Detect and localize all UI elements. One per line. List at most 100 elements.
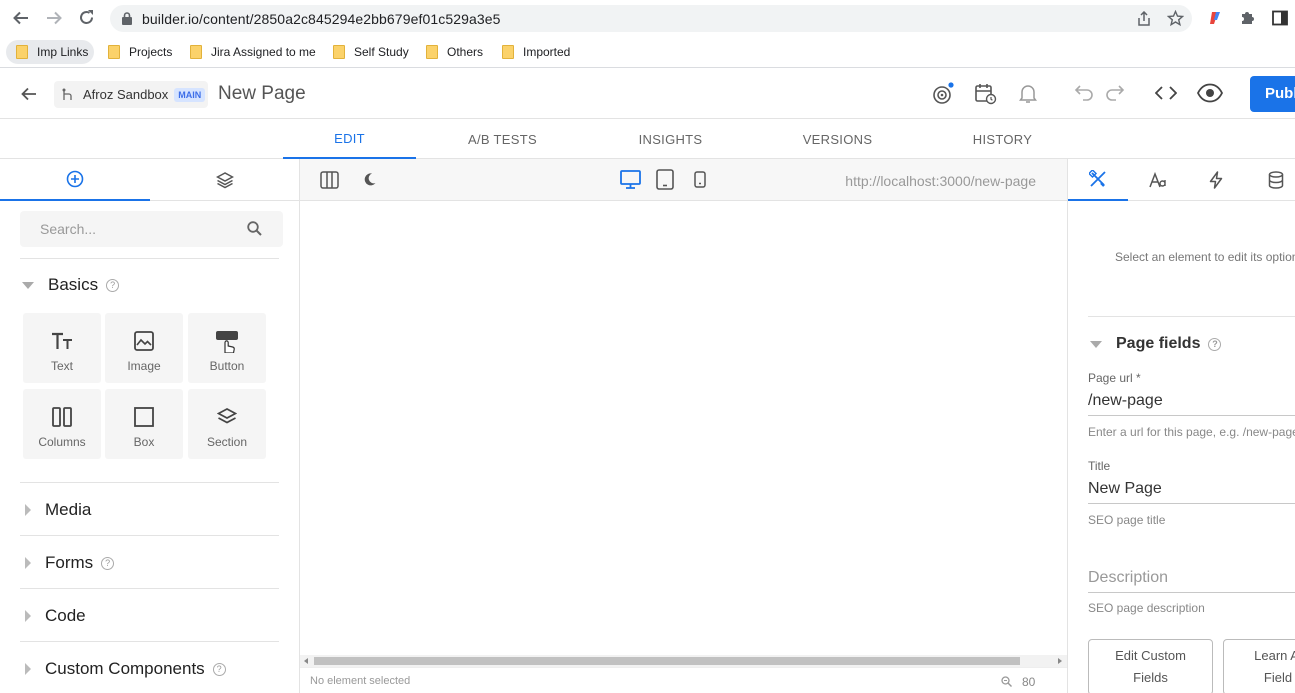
targeting-icon[interactable] bbox=[931, 82, 955, 106]
toggle-panels-icon[interactable] bbox=[320, 171, 339, 189]
bell-icon[interactable] bbox=[1018, 83, 1038, 104]
bookmark-label: Projects bbox=[129, 45, 173, 59]
divider bbox=[20, 588, 279, 589]
bookmark-imp-links[interactable]: Imp Links bbox=[6, 40, 95, 64]
options-panel-tabs bbox=[1068, 159, 1295, 201]
tab-style[interactable] bbox=[1068, 159, 1128, 201]
tab-interactions[interactable] bbox=[1186, 159, 1246, 201]
scroll-right-arrow-icon[interactable] bbox=[1057, 658, 1062, 664]
bookmark-others[interactable]: Others bbox=[426, 40, 483, 64]
bookmark-label: Imp Links bbox=[37, 45, 89, 59]
schedule-icon[interactable] bbox=[974, 82, 997, 105]
forward-arrow-icon[interactable] bbox=[45, 9, 63, 27]
insert-panel: Basics ? Text Image Button Columns Box bbox=[0, 159, 300, 693]
block-label: Section bbox=[206, 435, 248, 449]
horizontal-scrollbar[interactable] bbox=[300, 655, 1067, 667]
section-media[interactable]: Media bbox=[20, 495, 91, 525]
tab-insert[interactable] bbox=[0, 159, 150, 201]
bookmark-imported[interactable]: Imported bbox=[502, 40, 570, 64]
zoom-level[interactable]: 80 bbox=[1022, 675, 1035, 689]
bookmark-label: Others bbox=[447, 45, 484, 59]
section-title: Basics bbox=[48, 275, 99, 294]
back-arrow-icon[interactable] bbox=[20, 85, 38, 103]
puzzle-icon[interactable] bbox=[1239, 9, 1256, 26]
columns-icon bbox=[52, 405, 72, 429]
mobile-view-icon[interactable] bbox=[694, 171, 706, 188]
search-input[interactable] bbox=[20, 211, 240, 247]
block-columns[interactable]: Columns bbox=[23, 389, 101, 459]
divider bbox=[20, 482, 279, 483]
image-icon bbox=[134, 329, 154, 353]
collapse-triangle-icon bbox=[22, 281, 34, 289]
scrollbar-thumb[interactable] bbox=[314, 657, 1020, 665]
preview-eye-icon[interactable] bbox=[1197, 83, 1223, 103]
selection-status: No element selected bbox=[310, 675, 411, 687]
dark-mode-icon[interactable] bbox=[362, 172, 377, 187]
desktop-view-icon[interactable] bbox=[620, 170, 641, 190]
editor-tabs: EDIT A/B TESTS INSIGHTS VERSIONS HISTORY bbox=[0, 119, 1295, 159]
branch-badge: MAIN bbox=[174, 87, 206, 102]
extension-icon[interactable] bbox=[1208, 10, 1224, 26]
tab-insights[interactable]: INSIGHTS bbox=[604, 119, 737, 159]
block-label: Image bbox=[127, 359, 161, 373]
address-bar[interactable]: builder.io/content/2850a2c845294e2bb679e… bbox=[110, 5, 1192, 32]
help-icon[interactable]: ? bbox=[212, 662, 226, 676]
help-icon[interactable]: ? bbox=[1208, 337, 1222, 351]
publish-button[interactable]: Publish bbox=[1250, 76, 1295, 112]
bookmark-self-study[interactable]: Self Study bbox=[333, 40, 409, 64]
code-icon[interactable] bbox=[1155, 85, 1177, 101]
title-field[interactable]: New Page bbox=[1088, 480, 1295, 504]
section-page-fields[interactable]: Page fields ? bbox=[1088, 329, 1222, 359]
scroll-left-arrow-icon[interactable] bbox=[304, 658, 309, 664]
block-label: Button bbox=[209, 359, 245, 373]
editor-canvas[interactable]: http://localhost:3000/new-page No elemen… bbox=[300, 159, 1067, 693]
button-icon bbox=[215, 329, 239, 353]
expand-triangle-icon bbox=[25, 610, 31, 622]
undo-icon[interactable] bbox=[1074, 84, 1095, 101]
bookmark-jira[interactable]: Jira Assigned to me bbox=[190, 40, 316, 64]
collapse-triangle-icon bbox=[1090, 340, 1102, 348]
sidepanel-icon[interactable] bbox=[1272, 10, 1288, 26]
divider bbox=[20, 258, 279, 259]
block-button[interactable]: Button bbox=[188, 313, 266, 383]
block-search bbox=[20, 211, 283, 247]
insert-panel-tabs bbox=[0, 159, 300, 201]
folder-icon bbox=[426, 45, 438, 59]
block-text[interactable]: Text bbox=[23, 313, 101, 383]
section-custom-components[interactable]: Custom Components ? bbox=[20, 654, 226, 684]
section-basics[interactable]: Basics ? bbox=[20, 270, 120, 300]
tab-ab-tests[interactable]: A/B TESTS bbox=[436, 119, 569, 159]
tab-history[interactable]: HISTORY bbox=[936, 119, 1069, 159]
edit-custom-fields-button[interactable]: Edit Custom Fields bbox=[1088, 639, 1213, 693]
layers-icon bbox=[216, 171, 234, 189]
star-icon[interactable] bbox=[1167, 10, 1184, 27]
tab-typography[interactable] bbox=[1128, 159, 1188, 201]
redo-icon[interactable] bbox=[1104, 84, 1125, 101]
page-url-field[interactable]: /new-page bbox=[1088, 392, 1295, 416]
help-icon[interactable]: ? bbox=[101, 556, 115, 570]
block-section[interactable]: Section bbox=[188, 389, 266, 459]
reload-icon[interactable] bbox=[77, 8, 96, 27]
section-code[interactable]: Code bbox=[20, 601, 86, 631]
bookmark-label: Jira Assigned to me bbox=[211, 45, 316, 59]
tab-edit[interactable]: EDIT bbox=[283, 119, 416, 159]
tab-layers[interactable] bbox=[150, 159, 300, 201]
search-icon[interactable] bbox=[247, 221, 262, 236]
url-text: builder.io/content/2850a2c845294e2bb679e… bbox=[142, 11, 501, 27]
tab-versions[interactable]: VERSIONS bbox=[771, 119, 904, 159]
description-field[interactable]: Description bbox=[1088, 569, 1295, 593]
preview-url[interactable]: http://localhost:3000/new-page bbox=[845, 173, 1036, 189]
section-forms[interactable]: Forms ? bbox=[20, 548, 115, 578]
bookmark-projects[interactable]: Projects bbox=[108, 40, 172, 64]
tab-data[interactable] bbox=[1246, 159, 1295, 201]
block-box[interactable]: Box bbox=[105, 389, 183, 459]
learn-fields-button[interactable]: Learn Al Field bbox=[1223, 639, 1295, 693]
tablet-view-icon[interactable] bbox=[656, 169, 674, 190]
page-title[interactable]: New Page bbox=[218, 83, 306, 105]
block-image[interactable]: Image bbox=[105, 313, 183, 383]
space-selector[interactable]: Afroz Sandbox MAIN bbox=[54, 81, 208, 108]
space-name: Afroz Sandbox bbox=[83, 87, 169, 102]
help-icon[interactable]: ? bbox=[106, 278, 120, 292]
share-icon[interactable] bbox=[1136, 11, 1152, 27]
back-arrow-icon[interactable] bbox=[12, 9, 30, 27]
